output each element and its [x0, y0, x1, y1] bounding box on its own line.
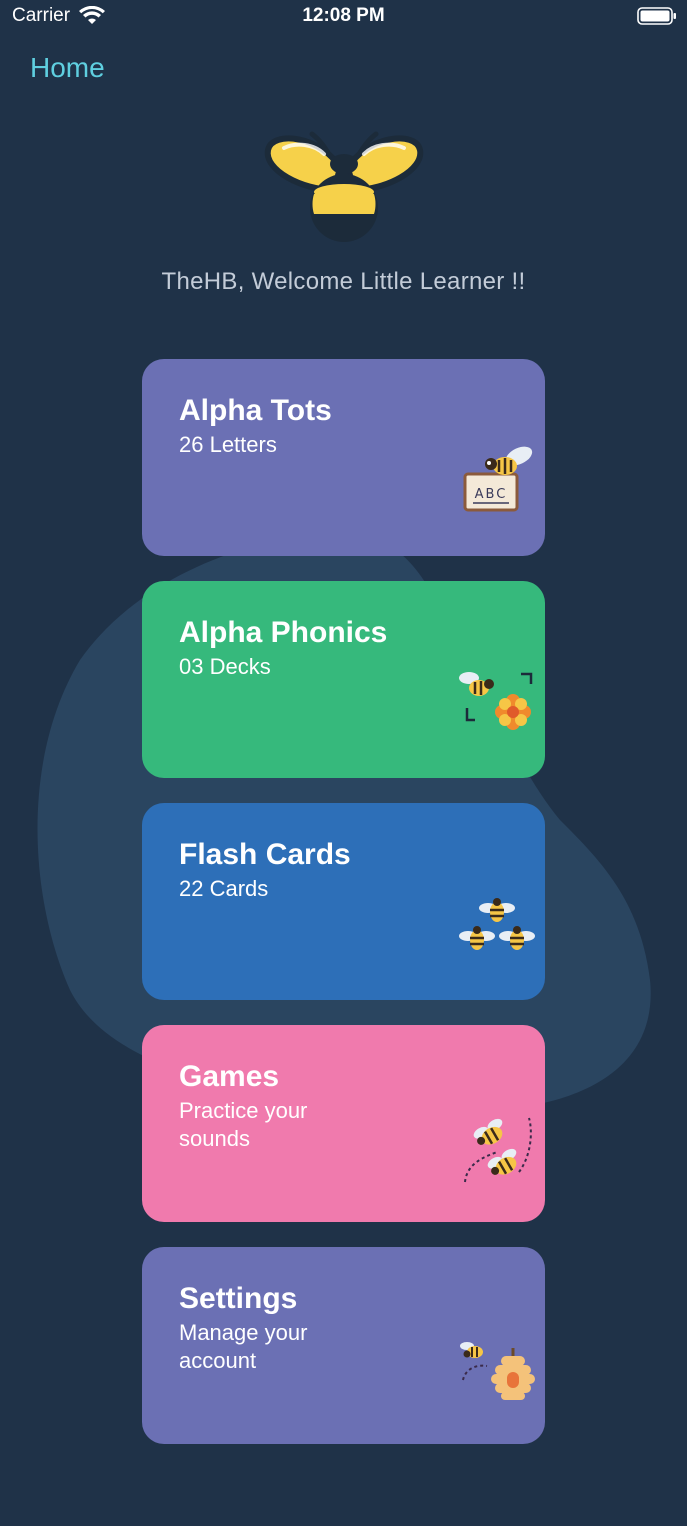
card-subtitle: 22 Cards [179, 876, 269, 901]
board-letters: ABC [475, 487, 508, 502]
card-subtitle: 26 Letters [179, 432, 277, 457]
nav-title-home[interactable]: Home [30, 52, 105, 84]
card-subtitle: 03 Decks [179, 654, 271, 679]
settings-card[interactable]: Settings Manage your account [142, 1247, 545, 1444]
bee-abc-board-icon: ABC [463, 446, 533, 512]
flying-bees-icon [464, 1117, 532, 1183]
status-time: 12:08 PM [302, 5, 385, 26]
alpha-tots-card[interactable]: Alpha Tots 26 Letters ABC [142, 359, 545, 556]
card-title: Alpha Tots [179, 394, 332, 427]
welcome-message: TheHB, Welcome Little Learner !! [161, 268, 526, 295]
card-title: Flash Cards [179, 838, 351, 871]
bee-logo-icon [264, 131, 424, 242]
three-bees-icon [459, 898, 535, 950]
bee-flower-icon [459, 672, 533, 730]
card-title: Games [179, 1060, 280, 1093]
status-bar: Carrier 12:08 PM [0, 0, 687, 34]
card-subtitle: Manage your account [179, 1320, 308, 1373]
flash-cards-card[interactable]: Flash Cards 22 Cards [142, 803, 545, 1000]
alpha-phonics-card[interactable]: Alpha Phonics 03 Decks [142, 581, 545, 778]
battery-icon [637, 7, 676, 25]
beehive-icon [460, 1342, 535, 1400]
games-card[interactable]: Games Practice your sounds [142, 1025, 545, 1222]
card-subtitle: Practice your sounds [179, 1098, 308, 1151]
card-title: Alpha Phonics [179, 616, 388, 649]
card-title: Settings [179, 1282, 298, 1315]
